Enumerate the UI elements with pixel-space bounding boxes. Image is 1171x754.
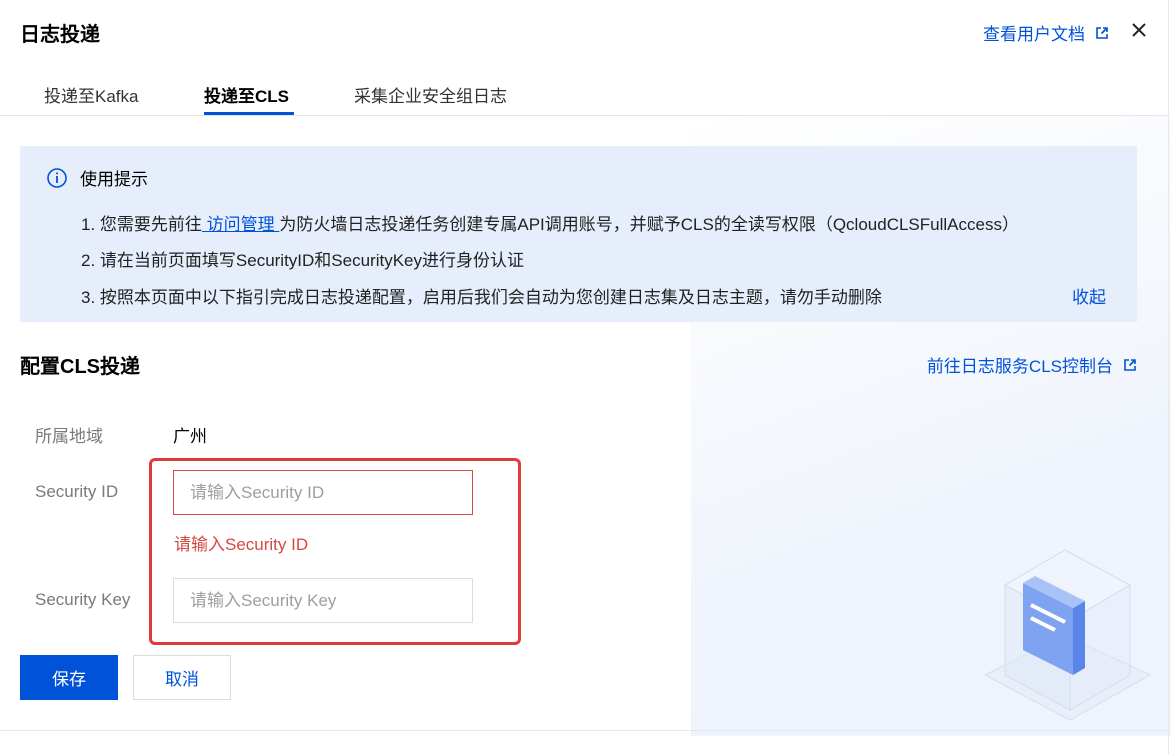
security-id-label: Security ID: [35, 482, 119, 501]
active-tab-indicator: [204, 112, 294, 115]
dialog-title: 日志投递: [20, 24, 100, 46]
cls-console-label: 前往日志服务CLS控制台: [926, 357, 1113, 376]
tip-header: 使用提示: [46, 165, 148, 190]
security-key-label: Security Key: [35, 590, 131, 609]
external-link-icon: [1096, 26, 1108, 39]
footer-divider: [0, 730, 1168, 731]
tip-line-2: 2. 请在当前页面填写SecurityID和SecurityKey进行身份认证: [81, 251, 525, 270]
tip-line-3: 3. 按照本页面中以下指引完成日志投递配置，启用后我们会自动为您创建日志集及日志…: [81, 288, 882, 307]
region-label: 所属地域: [35, 427, 103, 446]
collapse-link[interactable]: 收起: [1072, 283, 1106, 308]
cancel-button[interactable]: 取消: [133, 655, 231, 700]
dialog-header: 日志投递 查看用户文档: [0, 0, 1171, 64]
scrollbar-track: [1168, 0, 1169, 754]
document-illustration: [983, 549, 1152, 721]
tab-bar: 投递至Kafka 投递至CLS 采集企业安全组日志: [0, 70, 1168, 116]
access-management-link[interactable]: 访问管理: [202, 215, 279, 234]
cls-console-link[interactable]: 前往日志服务CLS控制台: [927, 352, 1137, 377]
highlight-annotation-box: [149, 458, 521, 645]
view-user-docs-label: 查看用户文档: [983, 25, 1085, 44]
tip-line-1: 1. 您需要先前往 访问管理 为防火墙日志投递任务创建专属API调用账号，并赋予…: [81, 210, 1019, 235]
tab-kafka[interactable]: 投递至Kafka: [44, 82, 138, 107]
tab-security-group-logs[interactable]: 采集企业安全组日志: [354, 82, 507, 107]
tip-heading: 使用提示: [80, 170, 148, 189]
view-user-docs-link[interactable]: 查看用户文档: [983, 20, 1109, 45]
usage-tip-box: 使用提示 1. 您需要先前往 访问管理 为防火墙日志投递任务创建专属API调用账…: [20, 146, 1137, 322]
info-icon: [47, 167, 67, 188]
region-value: 广州: [173, 427, 207, 446]
section-title: 配置CLS投递: [20, 356, 140, 378]
external-link-icon: [1124, 358, 1136, 371]
close-icon[interactable]: [1129, 20, 1149, 40]
save-button[interactable]: 保存: [20, 655, 118, 700]
tab-cls[interactable]: 投递至CLS: [204, 82, 289, 107]
tip-line-1-suffix: 为防火墙日志投递任务创建专属API调用账号，并赋予CLS的全读写权限（Qclou…: [279, 215, 1019, 234]
tip-line-1-prefix: 1. 您需要先前往: [81, 215, 202, 234]
